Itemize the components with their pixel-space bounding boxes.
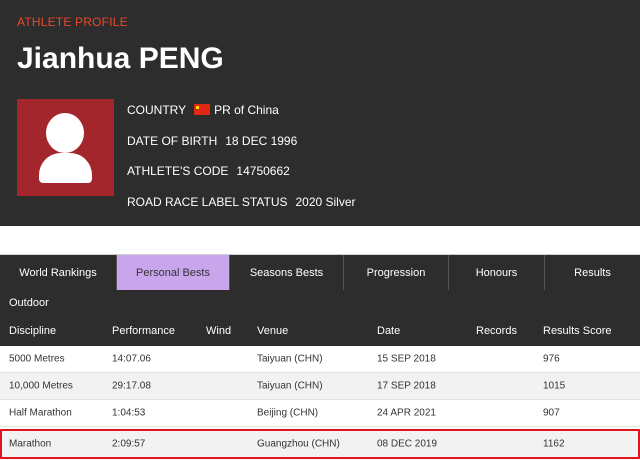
code-row: ATHLETE'S CODE 14750662 (127, 164, 290, 178)
cell-venue: Guangzhou (CHN) (257, 438, 340, 449)
tab-personal-bests[interactable]: Personal Bests (117, 255, 230, 291)
avatar (17, 99, 114, 196)
cell-discipline[interactable]: Half Marathon (9, 408, 72, 419)
tab-results[interactable]: Results (545, 255, 640, 291)
table-row: 10,000 Metres 29:17.08 Taiyuan (CHN) 17 … (0, 373, 640, 400)
cell-performance: 29:17.08 (112, 380, 151, 392)
header-performance: Performance (112, 325, 175, 337)
country-value: PR of China (214, 103, 279, 117)
cell-score: 976 (543, 353, 560, 365)
avatar-head (46, 113, 84, 153)
personal-bests-table: Discipline Performance Wind Venue Date R… (0, 316, 640, 459)
section-outdoor: Outdoor (0, 290, 640, 316)
country-label: COUNTRY (127, 103, 187, 117)
table-row-highlighted: Marathon 2:09:57 Guangzhou (CHN) 08 DEC … (0, 429, 640, 459)
cell-performance: 2:09:57 (112, 438, 146, 449)
table-header-row: Discipline Performance Wind Venue Date R… (0, 316, 640, 346)
tab-seasons-bests[interactable]: Seasons Bests (230, 255, 344, 291)
cell-discipline[interactable]: Marathon (9, 438, 51, 449)
country-row: COUNTRY PR of China (127, 103, 279, 117)
header-wind: Wind (206, 325, 232, 337)
cell-venue: Taiyuan (CHN) (257, 380, 323, 392)
cell-score: 1162 (543, 438, 565, 449)
dob-value: 18 DEC 1996 (225, 134, 298, 148)
road-value: 2020 Silver (295, 195, 356, 209)
cell-performance: 1:04:53 (112, 407, 146, 419)
road-label: ROAD RACE LABEL STATUS (127, 195, 288, 209)
cell-date: 24 APR 2021 (377, 407, 436, 419)
cell-venue: Beijing (CHN) (257, 407, 319, 419)
profile-tabs: World Rankings Personal Bests Seasons Be… (0, 254, 640, 291)
dob-row: DATE OF BIRTH 18 DEC 1996 (127, 134, 297, 148)
cell-discipline[interactable]: 5000 Metres (9, 354, 65, 365)
tab-world-rankings[interactable]: World Rankings (0, 255, 117, 291)
code-value: 14750662 (236, 164, 290, 178)
tab-progression[interactable]: Progression (344, 255, 449, 291)
profile-eyebrow: ATHLETE PROFILE (17, 15, 128, 29)
header-discipline: Discipline (9, 325, 57, 337)
header-date: Date (377, 325, 401, 337)
cell-score: 1015 (543, 380, 566, 392)
header-venue: Venue (257, 325, 289, 337)
dob-label: DATE OF BIRTH (127, 134, 218, 148)
profile-header: ATHLETE PROFILE Jianhua PENG COUNTRY PR o… (0, 0, 640, 226)
road-status-row: ROAD RACE LABEL STATUS 2020 Silver (127, 195, 356, 209)
athlete-name: Jianhua PENG (17, 42, 224, 75)
cell-score: 907 (543, 407, 560, 419)
cell-date: 17 SEP 2018 (377, 380, 436, 392)
header-records: Records (476, 325, 517, 337)
cell-discipline[interactable]: 10,000 Metres (9, 381, 73, 392)
cell-date: 08 DEC 2019 (377, 438, 438, 449)
cell-performance: 14:07.06 (112, 353, 151, 365)
tab-honours[interactable]: Honours (449, 255, 545, 291)
table-row: Half Marathon 1:04:53 Beijing (CHN) 24 A… (0, 400, 640, 427)
cell-date: 15 SEP 2018 (377, 353, 436, 365)
code-label: ATHLETE'S CODE (127, 164, 229, 178)
avatar-body (39, 153, 92, 183)
china-flag-icon (194, 104, 211, 115)
header-results-score: Results Score (543, 325, 612, 337)
cell-venue: Taiyuan (CHN) (257, 353, 323, 365)
table-row: 5000 Metres 14:07.06 Taiyuan (CHN) 15 SE… (0, 346, 640, 373)
